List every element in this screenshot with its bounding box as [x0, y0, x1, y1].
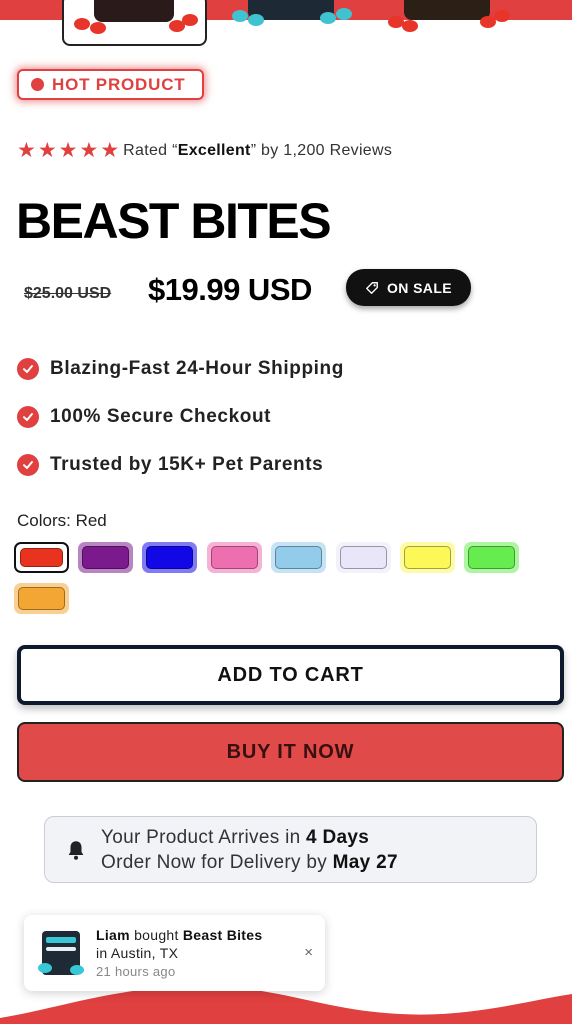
toast-line-1: Liam bought Beast Bites: [96, 927, 263, 943]
star-icon: ★: [37, 139, 57, 162]
delivery-line-2: Order Now for Delivery by May 27: [101, 851, 398, 873]
toast-location: in Austin, TX: [96, 945, 179, 961]
color-swatch-blue[interactable]: [142, 542, 197, 573]
star-icon: ★: [17, 139, 36, 162]
rating-text: Rated “Excellent” by 1,200 Reviews: [123, 141, 393, 159]
delivery-line-1: Your Product Arrives in 4 Days: [101, 826, 370, 848]
toast-time: 21 hours ago: [96, 964, 176, 979]
thumbnail-strip: [0, 0, 572, 48]
original-price: $25.00 USD: [24, 285, 112, 302]
feature-text: Blazing-Fast 24-Hour Shipping: [50, 358, 344, 379]
hot-product-badge: HOT PRODUCT: [17, 69, 204, 100]
feature-item: 100% Secure Checkout: [17, 403, 344, 431]
check-icon: [17, 454, 39, 476]
feature-list: Blazing-Fast 24-Hour Shipping 100% Secur…: [17, 355, 344, 499]
toast-text: Liam bought Beast Bites in Austin, TX 21…: [96, 926, 262, 981]
color-swatch-purple[interactable]: [78, 542, 133, 573]
tag-icon: [366, 281, 378, 294]
feature-item: Blazing-Fast 24-Hour Shipping: [17, 355, 344, 383]
rating-quality: Excellent: [177, 141, 251, 159]
check-icon: [17, 358, 39, 380]
rating-row: ★ ★ ★ ★ ★ Rated “Excellent” by 1,200 Rev…: [17, 140, 392, 161]
on-sale-label: ON SALE: [386, 279, 453, 296]
add-to-cart-button[interactable]: ADD TO CART: [17, 645, 564, 705]
rating-stars: ★ ★ ★ ★ ★: [17, 140, 119, 161]
color-swatch-light-blue[interactable]: [271, 542, 326, 573]
feature-item: Trusted by 15K+ Pet Parents: [17, 451, 344, 479]
feature-text: 100% Secure Checkout: [50, 406, 272, 427]
feature-text: Trusted by 15K+ Pet Parents: [50, 454, 324, 475]
delivery-text: Your Product Arrives in 4 Days Order Now…: [101, 825, 398, 875]
sale-price: $19.99 USD: [148, 272, 312, 307]
star-icon: ★: [100, 139, 120, 162]
buy-it-now-button[interactable]: BUY IT NOW: [17, 722, 564, 782]
hot-product-label: HOT PRODUCT: [52, 74, 186, 94]
star-icon: ★: [79, 139, 99, 162]
color-swatch-yellow[interactable]: [400, 542, 455, 573]
color-swatch-red[interactable]: [14, 542, 69, 573]
color-swatch-lavender[interactable]: [336, 542, 391, 573]
color-swatch-pink[interactable]: [207, 542, 262, 573]
check-icon: [17, 406, 39, 428]
colors-label: Colors: Red: [17, 511, 107, 530]
thumbnail-blue[interactable]: [228, 0, 356, 46]
thumbnail-orange[interactable]: [384, 0, 512, 46]
color-swatch-green[interactable]: [464, 542, 519, 573]
thumbnail-red[interactable]: [62, 0, 207, 46]
status-dot-icon: [31, 78, 44, 91]
delivery-estimate: Your Product Arrives in 4 Days Order Now…: [44, 816, 537, 883]
product-title: BEAST BITES: [16, 193, 332, 249]
bell-icon: [68, 840, 84, 860]
product-thumbnail: [38, 929, 86, 977]
color-swatch-orange[interactable]: [14, 583, 69, 614]
on-sale-badge: ON SALE: [346, 269, 471, 306]
close-icon[interactable]: ×: [304, 944, 313, 961]
recent-purchase-toast: Liam bought Beast Bites in Austin, TX 21…: [24, 915, 325, 991]
star-icon: ★: [58, 139, 78, 162]
